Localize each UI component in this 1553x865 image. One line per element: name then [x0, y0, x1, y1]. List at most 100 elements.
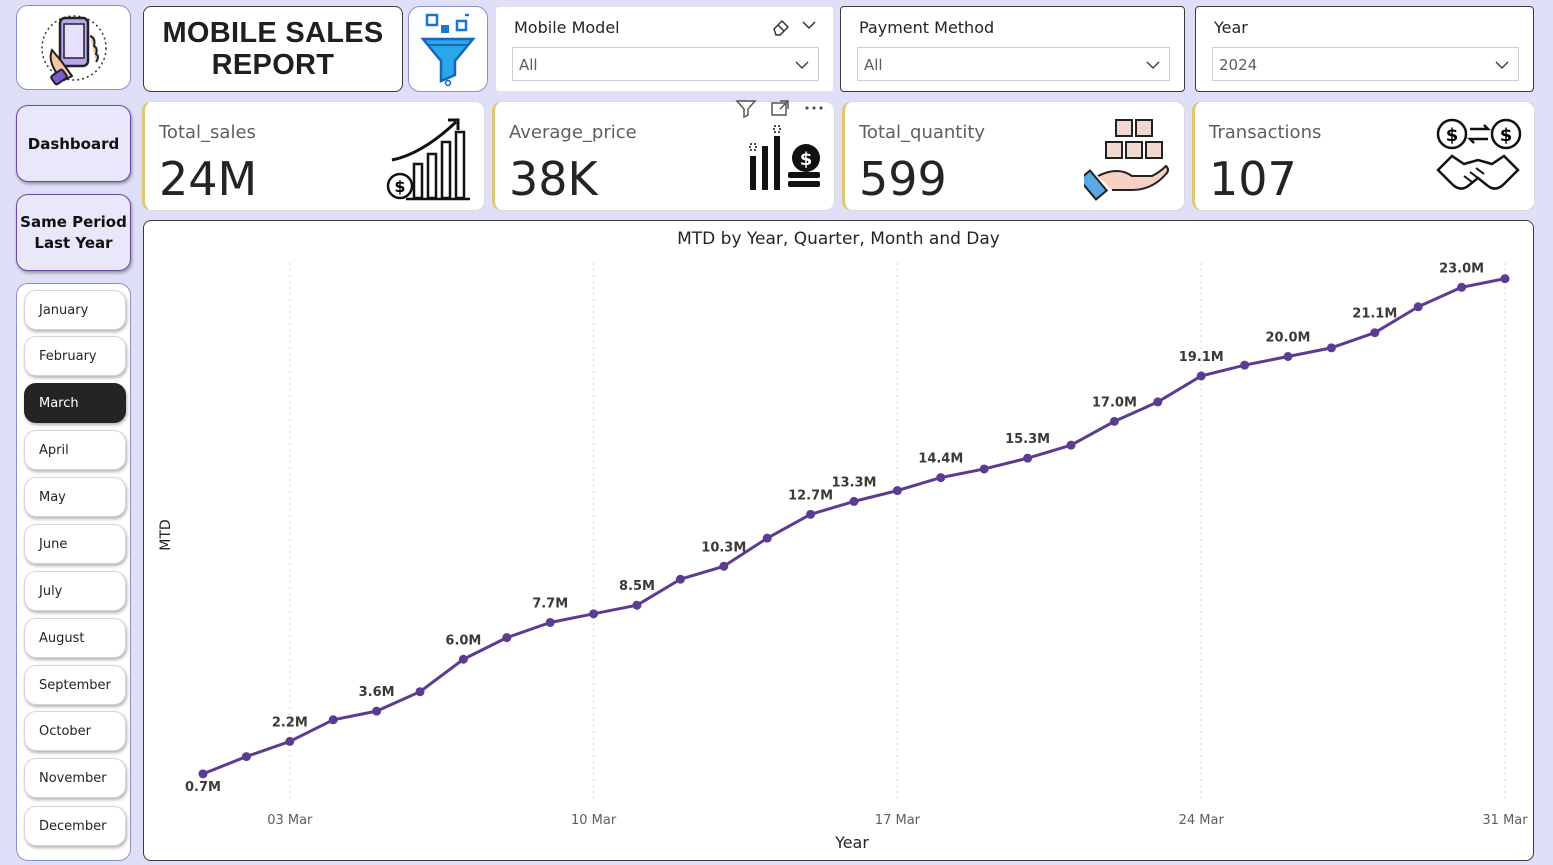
payment-method-slicer: Payment Method All [840, 6, 1185, 92]
data-point[interactable] [1153, 397, 1163, 407]
chevron-down-icon [1495, 61, 1509, 70]
payment-method-value: All [864, 56, 883, 74]
data-point[interactable] [1066, 440, 1076, 450]
month-label: December [39, 818, 107, 834]
data-point[interactable] [285, 736, 295, 746]
month-label: October [39, 723, 92, 739]
payment-method-dropdown[interactable]: All [857, 47, 1170, 81]
data-point[interactable] [675, 574, 685, 584]
data-label: 10.3M [701, 540, 746, 555]
month-label: January [39, 302, 89, 318]
data-point[interactable] [241, 752, 251, 762]
filter-icon[interactable] [735, 98, 757, 118]
month-march[interactable]: March [24, 383, 126, 423]
mobile-model-dropdown[interactable]: All [512, 47, 819, 81]
data-point[interactable] [1109, 416, 1119, 426]
payment-method-label: Payment Method [859, 18, 995, 37]
data-point[interactable] [806, 509, 816, 519]
data-point[interactable] [1196, 371, 1206, 381]
data-point[interactable] [892, 486, 902, 496]
data-point[interactable] [849, 496, 859, 506]
x-tick-label: 31 Mar [1482, 813, 1528, 828]
year-dropdown[interactable]: 2024 [1212, 47, 1519, 81]
kpi-label: Average_price [509, 122, 637, 143]
month-april[interactable]: April [24, 430, 126, 470]
data-point[interactable] [1370, 328, 1380, 338]
data-point[interactable] [372, 706, 382, 716]
data-point[interactable] [198, 769, 208, 779]
data-label: 12.7M [788, 488, 833, 503]
data-point[interactable] [1283, 352, 1293, 361]
kpi-label: Total_sales [159, 122, 256, 143]
report-title: MOBILE SALES REPORT [162, 17, 383, 81]
data-point[interactable] [1023, 453, 1033, 463]
svg-text:$: $ [394, 177, 405, 196]
dashboard-button[interactable]: Dashboard [16, 105, 131, 182]
svg-text:$: $ [1500, 125, 1513, 146]
chevron-down-icon[interactable] [801, 19, 817, 31]
kpi-total-sales: Total_sales 24M $ [142, 101, 485, 211]
focus-mode-icon[interactable] [769, 98, 791, 118]
x-tick-label: 24 Mar [1179, 813, 1225, 828]
data-point[interactable] [632, 600, 642, 610]
data-label: 8.5M [619, 579, 655, 594]
data-point[interactable] [545, 617, 555, 627]
data-point[interactable] [1413, 302, 1423, 312]
handshake-exchange-icon: $ $ [1436, 118, 1522, 190]
month-december[interactable]: December [24, 806, 126, 846]
kpi-total-quantity: Total_quantity 599 [842, 101, 1185, 211]
kpi-label: Transactions [1209, 122, 1322, 143]
month-label: November [39, 770, 107, 786]
month-august[interactable]: August [24, 618, 126, 658]
chart-plot: 0.7M 2.2M 3.6M 6.0M 7.7M 8.5M 10.3M 12.7M13.3M 1… [158, 261, 1528, 852]
mobile-model-slicer: Mobile Model All [495, 6, 834, 92]
month-label: July [39, 583, 63, 599]
month-october[interactable]: October [24, 711, 126, 751]
month-label: March [39, 395, 79, 411]
month-november[interactable]: November [24, 758, 126, 798]
kpi-value: 599 [859, 152, 947, 206]
data-label: 3.6M [359, 685, 395, 700]
data-point[interactable] [762, 533, 772, 543]
data-point[interactable] [1326, 343, 1336, 353]
month-january[interactable]: January [24, 290, 126, 330]
x-tick-label: 10 Mar [571, 813, 617, 828]
data-point[interactable] [1457, 282, 1467, 292]
month-slicer: January February March April May June Ju… [16, 283, 131, 861]
data-point[interactable] [502, 633, 512, 643]
data-point[interactable] [328, 715, 338, 725]
same-period-last-year-button[interactable]: Same Period Last Year [16, 194, 131, 271]
report-title-card: MOBILE SALES REPORT [143, 6, 403, 92]
report-title-line1: MOBILE SALES [162, 17, 384, 49]
data-point[interactable] [936, 473, 946, 483]
data-point[interactable] [415, 687, 425, 697]
data-label: 21.1M [1352, 307, 1397, 322]
month-february[interactable]: February [24, 336, 126, 376]
kpi-transactions: Transactions 107 $ $ [1192, 101, 1535, 211]
data-label: 13.3M [831, 475, 876, 490]
data-point[interactable] [979, 464, 989, 474]
filter-panel-button[interactable] [408, 6, 488, 92]
year-slicer: Year 2024 [1195, 6, 1534, 92]
data-label: 14.4M [918, 452, 963, 467]
data-point[interactable] [719, 561, 729, 571]
data-label: 6.0M [445, 633, 481, 648]
mtd-line-chart: MTD by Year, Quarter, Month and Day 0.7M… [143, 220, 1534, 861]
eraser-icon[interactable] [771, 18, 791, 36]
data-point[interactable] [1240, 360, 1250, 370]
report-title-line2: REPORT [211, 49, 335, 81]
more-options-icon[interactable] [803, 98, 825, 118]
data-point[interactable] [589, 609, 599, 619]
data-point[interactable] [1500, 274, 1510, 284]
svg-text:$: $ [1446, 125, 1459, 146]
month-may[interactable]: May [24, 477, 126, 517]
month-june[interactable]: June [24, 524, 126, 564]
mobile-model-label: Mobile Model [514, 18, 620, 37]
data-label: 20.0M [1265, 331, 1310, 346]
kpi-value: 24M [159, 152, 258, 206]
month-september[interactable]: September [24, 665, 126, 705]
chevron-down-icon [1146, 61, 1160, 70]
month-july[interactable]: July [24, 571, 126, 611]
x-axis-label: Year [834, 833, 869, 852]
data-point[interactable] [458, 654, 468, 664]
